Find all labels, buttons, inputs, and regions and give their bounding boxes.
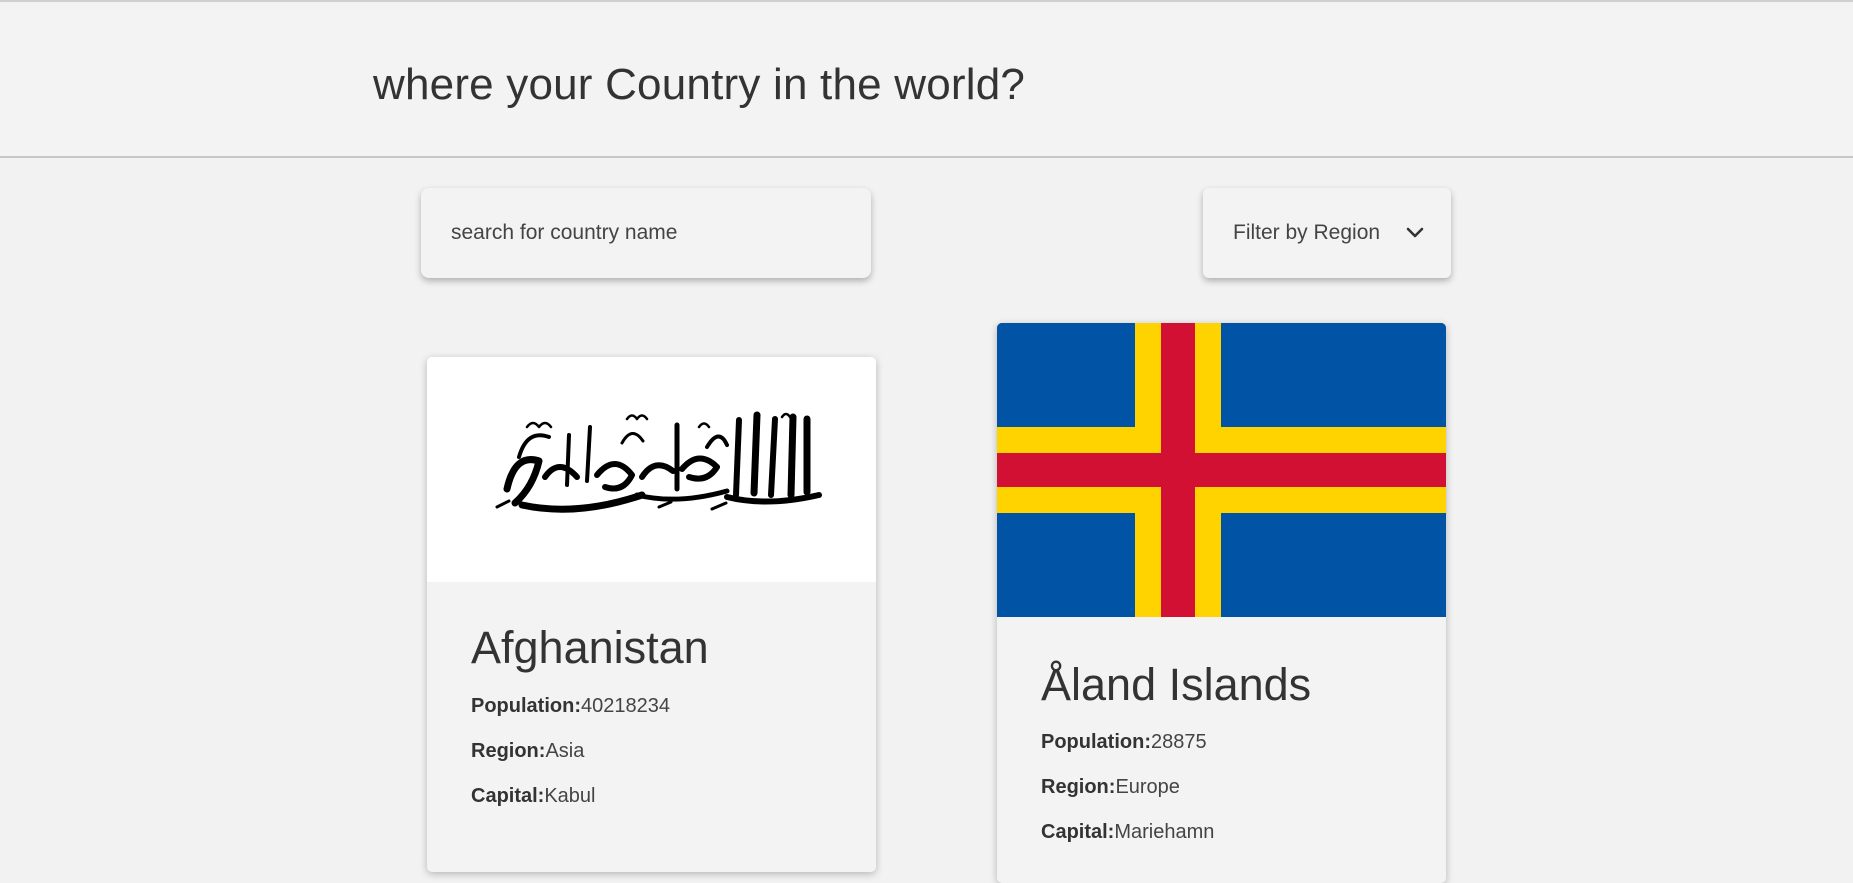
capital-value: Kabul [544, 785, 596, 807]
country-card-afghanistan[interactable]: Afghanistan Population:40218234 Region:A… [427, 357, 876, 872]
country-card-aland-islands[interactable]: Åland Islands Population:28875 Region:Eu… [997, 323, 1446, 883]
country-name: Åland Islands [1041, 659, 1312, 710]
capital-label: Capital: [1041, 821, 1115, 843]
chevron-down-icon [1406, 227, 1424, 238]
page-title: where your Country in the world? [373, 60, 1026, 109]
filter-label: Filter by Region [1233, 221, 1381, 244]
region-line: Region:Asia [471, 740, 584, 763]
search-box[interactable] [421, 188, 871, 278]
aland-islands-flag [997, 323, 1446, 617]
capital-line: Capital:Kabul [471, 785, 596, 808]
aland-cross-icon [997, 323, 1446, 617]
region-line: Region:Europe [1041, 776, 1180, 799]
region-label: Region: [471, 740, 546, 762]
region-value: Europe [1115, 776, 1180, 798]
region-label: Region: [1041, 776, 1116, 798]
capital-line: Capital:Mariehamn [1041, 821, 1214, 844]
population-line: Population:40218234 [471, 695, 670, 718]
population-label: Population: [1041, 731, 1151, 753]
region-value: Asia [545, 740, 585, 762]
population-value: 28875 [1150, 731, 1207, 753]
search-input[interactable] [421, 188, 871, 278]
population-line: Population:28875 [1041, 731, 1207, 754]
afghanistan-flag [427, 357, 876, 582]
population-value: 40218234 [580, 695, 670, 717]
shahada-calligraphy-icon [495, 411, 822, 513]
region-filter-dropdown[interactable]: Filter by Region [1203, 188, 1451, 278]
population-label: Population: [471, 695, 581, 717]
country-name: Afghanistan [471, 622, 709, 673]
capital-label: Capital: [471, 785, 545, 807]
app-header: where your Country in the world? [0, 2, 1853, 158]
capital-value: Mariehamn [1114, 821, 1215, 843]
